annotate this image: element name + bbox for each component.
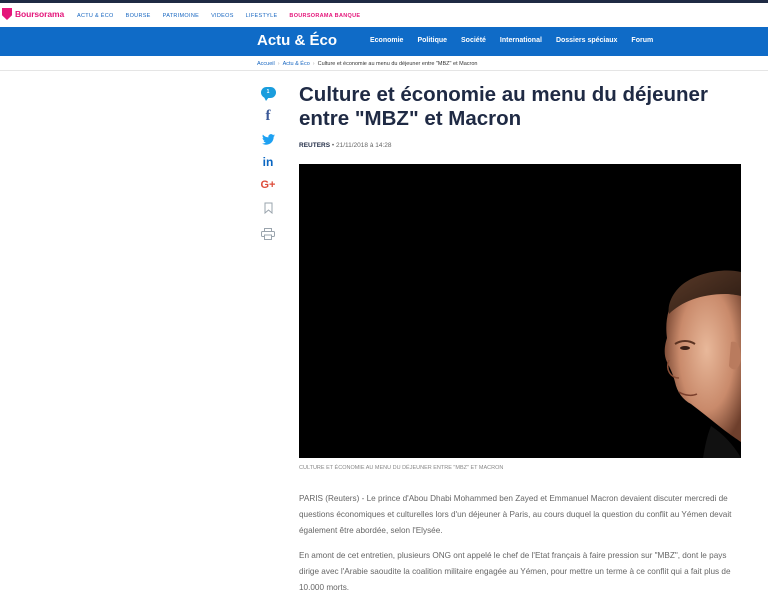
- top-nav: ACTU & ÉCO BOURSE PATRIMOINE VIDEOS LIFE…: [77, 13, 372, 19]
- breadcrumb: Accueil › Actu & Éco › Culture et économ…: [257, 61, 477, 67]
- article-paragraph: PARIS (Reuters) - Le prince d'Abou Dhabi…: [299, 494, 732, 535]
- top-bar: Boursorama ACTU & ÉCO BOURSE PATRIMOINE …: [0, 0, 768, 27]
- section-header: Actu & Éco Economie Politique Société In…: [0, 27, 768, 56]
- topnav-lifestyle[interactable]: LIFESTYLE: [246, 13, 278, 19]
- article-photo: [299, 164, 741, 458]
- comment-count: 1: [266, 89, 270, 95]
- bookmark-button[interactable]: [259, 200, 277, 216]
- breadcrumb-actu-eco[interactable]: Actu & Éco: [283, 61, 310, 67]
- divider: [0, 70, 768, 71]
- print-button[interactable]: [259, 226, 277, 242]
- topnav-boursorama-banque[interactable]: BOURSORAMA BANQUE: [289, 13, 360, 19]
- boursorama-logo-icon: [2, 8, 12, 20]
- nav-economie[interactable]: Economie: [370, 37, 403, 44]
- breadcrumb-accueil[interactable]: Accueil: [257, 61, 275, 67]
- chevron-right-icon: ›: [277, 61, 280, 67]
- main-nav: Economie Politique Société International…: [370, 37, 667, 44]
- linkedin-share-button[interactable]: in: [259, 154, 277, 170]
- comment-icon: 1: [260, 86, 276, 101]
- section-title[interactable]: Actu & Éco: [257, 32, 337, 49]
- topnav-patrimoine[interactable]: PATRIMOINE: [163, 13, 199, 19]
- photo-caption: CULTURE ET ÉCONOMIE AU MENU DU DÉJEUNER …: [299, 465, 504, 471]
- macron-portrait-image: [664, 270, 741, 458]
- google-plus-icon: G+: [260, 179, 276, 191]
- twitter-icon: [261, 133, 275, 145]
- topnav-videos[interactable]: VIDEOS: [211, 13, 234, 19]
- nav-forum[interactable]: Forum: [631, 37, 653, 44]
- byline-separator: •: [331, 142, 335, 149]
- google-plus-share-button[interactable]: G+: [259, 177, 277, 193]
- article-byline: REUTERS • 21/11/2018 à 14:28: [299, 142, 392, 149]
- article-paragraph: En amont de cet entretien, plusieurs ONG…: [299, 551, 731, 592]
- nav-international[interactable]: International: [500, 37, 542, 44]
- article-date: 21/11/2018 à 14:28: [335, 142, 392, 149]
- bookmark-icon: [264, 202, 272, 214]
- topnav-actu-eco[interactable]: ACTU & ÉCO: [77, 13, 114, 19]
- article-source[interactable]: REUTERS: [299, 142, 330, 149]
- twitter-share-button[interactable]: [259, 131, 277, 147]
- breadcrumb-current: Culture et économie au menu du déjeuner …: [317, 61, 478, 67]
- nav-societe[interactable]: Société: [461, 37, 486, 44]
- chevron-right-icon: ›: [312, 61, 315, 67]
- article-title: Culture et économie au menu du déjeuner …: [299, 83, 708, 130]
- facebook-icon: f: [265, 107, 271, 124]
- brand-name: Boursorama: [15, 9, 65, 19]
- boursorama-logo[interactable]: Boursorama: [2, 8, 64, 20]
- nav-politique[interactable]: Politique: [417, 37, 447, 44]
- print-icon: [261, 228, 275, 240]
- comment-button[interactable]: 1: [259, 84, 277, 101]
- topnav-bourse[interactable]: BOURSE: [126, 13, 151, 19]
- nav-dossiers-speciaux[interactable]: Dossiers spéciaux: [556, 37, 617, 44]
- facebook-share-button[interactable]: f: [259, 108, 277, 124]
- linkedin-icon: in: [262, 155, 274, 169]
